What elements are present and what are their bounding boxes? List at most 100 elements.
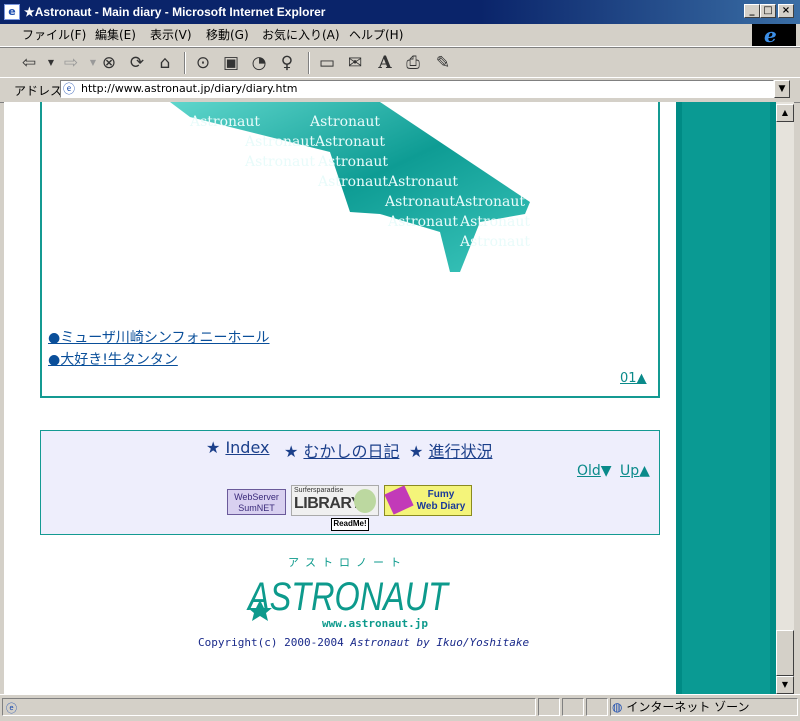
- home-icon[interactable]: ⌂: [154, 52, 176, 74]
- library-banner-big: LIBRARY: [294, 495, 362, 512]
- nav-up-link[interactable]: Up▲: [620, 463, 650, 479]
- address-dropdown-button[interactable]: ▼: [774, 80, 790, 98]
- diary-link-muza-kawasaki[interactable]: ●ミューザ川崎シンフォニーホール: [48, 327, 270, 347]
- logo-text: Astronaut: [317, 174, 388, 190]
- logo-text: Astronaut: [189, 114, 260, 130]
- page-icon: ⓔ: [63, 82, 76, 96]
- arrow-down-icon: ▼: [600, 463, 612, 479]
- ie-page-icon[interactable]: e: [4, 4, 20, 20]
- title-bar: e ★Astronaut - Main diary - Microsoft In…: [0, 0, 800, 24]
- logo-kana: アストロノート: [288, 556, 407, 569]
- diary-book-icon: [384, 485, 414, 515]
- ie-logo: e: [752, 24, 796, 46]
- status-pane: [586, 698, 608, 716]
- nav-link-label: Index: [225, 438, 270, 457]
- diary-link-gyutan[interactable]: ●大好き!牛タンタン: [48, 349, 178, 369]
- page-number-link[interactable]: 01▲: [620, 371, 647, 386]
- logo-text: Astronaut: [314, 134, 385, 150]
- zone-text: インターネット ゾーン: [626, 700, 750, 714]
- status-bar: ⓔ ◍ インターネット ゾーン: [0, 694, 800, 721]
- address-input[interactable]: ⓔ http://www.astronaut.jp/diary/diary.ht…: [60, 80, 774, 98]
- status-text-pane: ⓔ: [2, 698, 536, 716]
- copyright-prefix: Copyright(c) 2000-2004: [198, 636, 351, 649]
- toolbar: ⇦ ▼ ⇨ ▼ ⊗ ⟳ ⌂ ⊙ ▣ ◔ ♀ ▭ ✉ A ⎙ ✎: [0, 47, 800, 78]
- logo-text: Astronaut: [387, 214, 458, 230]
- forward-icon[interactable]: ⇨: [60, 52, 82, 74]
- star-icon: ★: [206, 438, 221, 457]
- logo-text: Astronaut: [459, 214, 530, 230]
- copyright-text: Copyright(c) 2000-2004 Astronaut by Ikuo…: [198, 636, 529, 649]
- fumy-banner-line2: Web Diary: [416, 501, 466, 512]
- logo-text: Astronaut: [244, 154, 315, 170]
- close-button[interactable]: ×: [778, 4, 794, 18]
- fullscreen-icon[interactable]: ▭: [316, 52, 338, 74]
- logo-text: Astronaut: [309, 114, 380, 130]
- back-icon[interactable]: ⇦: [18, 52, 40, 74]
- library-banner-small: Surfersparadise: [294, 487, 344, 494]
- address-bar: アドレス ⓔ http://www.astronaut.jp/diary/dia…: [0, 77, 800, 103]
- old-label: Old: [577, 463, 601, 479]
- library-banner[interactable]: Surfersparadise LIBRARY: [291, 485, 379, 516]
- right-teal-band-inner: [682, 102, 770, 694]
- ie-e-icon: e: [764, 23, 777, 47]
- channels-icon[interactable]: ♀: [276, 52, 298, 74]
- arrow-up-icon: ▲: [639, 463, 650, 479]
- sumnet-banner-line1: WebServer: [234, 492, 279, 502]
- logo-text: Astronaut: [384, 194, 455, 210]
- refresh-icon[interactable]: ⟳: [126, 52, 148, 74]
- font-icon[interactable]: A: [374, 52, 396, 74]
- internet-zone-label: ◍ インターネット ゾーン: [612, 698, 782, 716]
- nav-link-label: 進行状況: [428, 442, 493, 461]
- edit-icon[interactable]: ✎: [432, 52, 454, 74]
- page-status-icon: ⓔ: [6, 702, 17, 715]
- maximize-button[interactable]: □: [760, 4, 776, 18]
- minimize-button[interactable]: _: [744, 4, 760, 18]
- menu-favorites[interactable]: お気に入り(A): [262, 27, 340, 43]
- nav-index-link[interactable]: ★ Index: [206, 438, 269, 457]
- menu-view[interactable]: 表示(V): [150, 27, 192, 43]
- search-icon[interactable]: ⊙: [192, 52, 214, 74]
- menu-bar: ファイル(F) 編集(E) 表示(V) 移動(G) お気に入り(A) ヘルプ(H…: [0, 24, 800, 47]
- scrollbar-thumb[interactable]: [776, 630, 794, 676]
- fumy-web-diary-banner[interactable]: Fumy Web Diary: [384, 485, 472, 516]
- logo-wordmark: ASTRONAUT: [246, 575, 450, 619]
- copyright-author: Astronaut by Ikuo/Yoshitake: [350, 636, 530, 649]
- scroll-up-button[interactable]: ▲: [776, 104, 794, 122]
- sumnet-banner-line2: SumNET: [238, 503, 275, 513]
- print-icon[interactable]: ⎙: [402, 52, 424, 74]
- address-url: http://www.astronaut.jp/diary/diary.htm: [81, 82, 298, 95]
- nav-old-link[interactable]: Old▼: [577, 463, 612, 479]
- menu-go[interactable]: 移動(G): [206, 27, 249, 43]
- logo-text: Astronaut: [454, 194, 525, 210]
- logo-text: Astronaut: [317, 154, 388, 170]
- menu-edit[interactable]: 編集(E): [95, 27, 136, 43]
- menu-help[interactable]: ヘルプ(H): [349, 27, 403, 43]
- readme-banner[interactable]: ReadMe!: [331, 518, 369, 531]
- status-pane: [538, 698, 560, 716]
- vertical-scrollbar[interactable]: [776, 102, 794, 694]
- logo-text: Astronaut: [387, 174, 458, 190]
- nav-old-diary-link[interactable]: ★ むかしの日記: [284, 438, 399, 462]
- address-label: アドレス: [14, 84, 63, 98]
- nav-link-label: むかしの日記: [303, 442, 400, 461]
- scroll-down-button[interactable]: ▼: [776, 676, 794, 694]
- logo-text: Astronaut: [459, 234, 530, 250]
- status-pane: [562, 698, 584, 716]
- library-banner-face-icon: [354, 489, 376, 513]
- fumy-banner-line1: Fumy: [427, 489, 455, 500]
- back-dropdown-icon[interactable]: ▼: [40, 52, 62, 74]
- sumnet-banner[interactable]: WebServer SumNET: [227, 489, 286, 515]
- toolbar-separator: [308, 52, 310, 74]
- logo-text: Astronaut: [244, 134, 315, 150]
- globe-icon: ◍: [612, 700, 623, 714]
- up-label: Up: [620, 463, 640, 479]
- stop-icon[interactable]: ⊗: [98, 52, 120, 74]
- menu-file[interactable]: ファイル(F): [22, 27, 86, 43]
- star-icon: ★: [409, 442, 424, 461]
- astronaut-diagonal-logo: Astronaut Astronaut Astronaut Astronaut …: [170, 102, 530, 272]
- window-title: ★Astronaut - Main diary - Microsoft Inte…: [24, 5, 326, 19]
- mail-icon[interactable]: ✉: [344, 52, 366, 74]
- favorites-icon[interactable]: ▣: [220, 52, 242, 74]
- history-icon[interactable]: ◔: [248, 52, 270, 74]
- nav-progress-link[interactable]: ★ 進行状況: [409, 438, 492, 462]
